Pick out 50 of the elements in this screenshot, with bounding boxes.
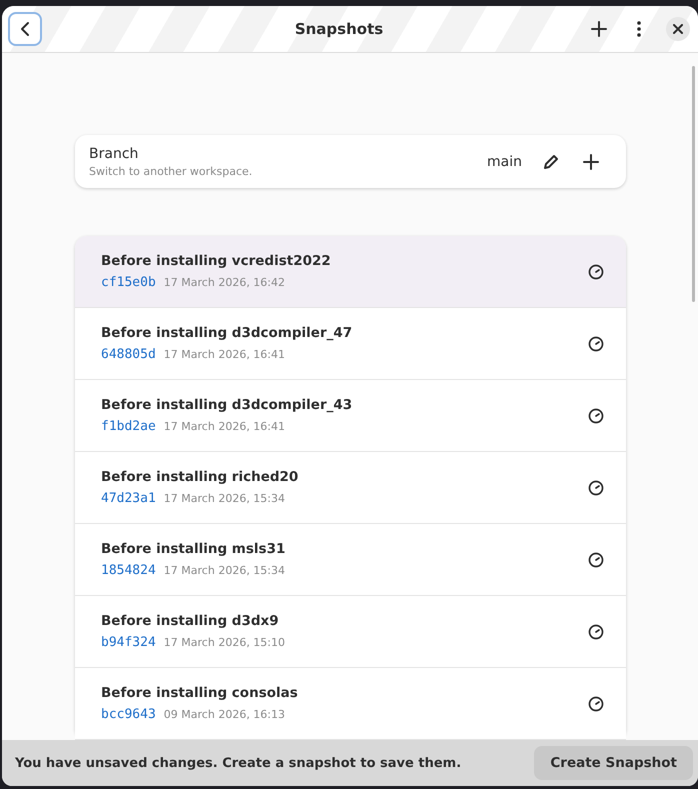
snapshot-date: 09 March 2026, 16:13	[164, 708, 286, 721]
snapshot-title: Before installing vcredist2022	[101, 253, 332, 269]
snapshot-title: Before installing riched20	[101, 469, 300, 485]
snapshot-row[interactable]: Before installing d3dcompiler_47 648805d 17 March 2026, 16:41	[75, 308, 626, 380]
snapshot-title: Before installing msls31	[101, 541, 286, 557]
close-button[interactable]	[666, 17, 690, 41]
back-button[interactable]	[8, 12, 42, 46]
scrollbar[interactable]	[692, 66, 695, 302]
menu-icon	[637, 21, 641, 37]
plus-icon	[591, 21, 607, 37]
snapshot-hash: 1854824	[101, 563, 156, 578]
clock-icon[interactable]	[588, 264, 604, 280]
snapshot-date: 17 March 2026, 15:10	[164, 636, 286, 649]
clock-icon[interactable]	[588, 408, 604, 424]
snapshot-row[interactable]: Before installing d3dcompiler_43 f1bd2ae 17 March 2026, 16:41	[75, 380, 626, 452]
snapshot-date: 17 March 2026, 16:41	[164, 348, 286, 361]
snapshot-hash: cf15e0b	[101, 275, 156, 290]
branch-label: Branch	[89, 146, 140, 162]
branch-value: main	[487, 154, 522, 170]
snapshot-row[interactable]: Before installing consolas bcc9643 09 March 2026, 16:13	[75, 668, 626, 740]
snapshot-title: Before installing d3dcompiler_43	[101, 397, 354, 413]
snapshot-row[interactable]: Before installing vcredist2022 cf15e0b 17 March 2026, 16:42	[75, 236, 626, 308]
clock-icon[interactable]	[588, 480, 604, 496]
clock-icon[interactable]	[588, 336, 604, 352]
window-title: Snapshots	[294, 20, 384, 38]
snapshot-title: Before installing d3dx9	[101, 613, 280, 629]
snapshot-hash: b94f324	[101, 635, 156, 650]
snapshot-title: Before installing consolas	[101, 685, 299, 701]
plus-icon	[583, 154, 599, 170]
snapshot-row[interactable]: Before installing d3dx9 b94f324 17 March 2026, 15:10	[75, 596, 626, 668]
snapshot-date: 17 March 2026, 15:34	[164, 492, 286, 505]
snapshot-date: 17 March 2026, 15:34	[164, 564, 286, 577]
snapshot-row[interactable]: Before installing msls31 1854824 17 March 2026, 15:34	[75, 524, 626, 596]
snapshot-hash: bcc9643	[101, 707, 156, 722]
snapshot-hash: f1bd2ae	[101, 419, 156, 434]
snapshot-hash: 47d23a1	[101, 491, 156, 506]
snapshot-date: 17 March 2026, 16:42	[164, 276, 286, 289]
snapshot-row[interactable]: Before installing riched20 47d23a1 17 March 2026, 15:34	[75, 452, 626, 524]
snapshot-title: Before installing d3dcompiler_47	[101, 325, 354, 341]
snapshot-hash: 648805d	[101, 347, 156, 362]
clock-icon[interactable]	[588, 552, 604, 568]
clock-icon[interactable]	[588, 696, 604, 712]
clock-icon[interactable]	[588, 624, 604, 640]
close-icon	[673, 24, 683, 34]
branch-subtitle: Switch to another workspace.	[89, 164, 254, 178]
back-icon	[18, 21, 32, 37]
pencil-icon	[543, 154, 559, 170]
snapshot-date: 17 March 2026, 16:41	[164, 420, 286, 433]
create-snapshot-button[interactable]: Create Snapshot	[534, 746, 693, 780]
unsaved-message: You have unsaved changes. Create a snapshot to save them.	[15, 756, 462, 770]
